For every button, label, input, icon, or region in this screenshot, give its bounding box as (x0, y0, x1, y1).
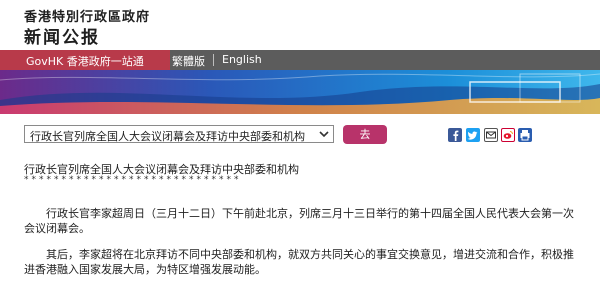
top-nav-bar: GovHK 香港政府一站通 繁體版 English (0, 50, 600, 70)
twitter-icon[interactable] (466, 128, 480, 142)
facebook-icon[interactable] (448, 128, 462, 142)
print-icon[interactable] (518, 128, 532, 142)
article-paragraph: 其后，李家超将在北京拜访不同中央部委和机构，就双方共同关心的事宜交换意见，增进交… (24, 247, 584, 277)
traditional-chinese-link[interactable]: 繁體版 (172, 53, 205, 69)
press-release-select[interactable]: 行政长官列席全国人大会议闭幕会及拜访中央部委和机构 (24, 125, 334, 143)
govhk-link-label: GovHK 香港政府一站通 (26, 55, 144, 68)
site-title[interactable]: 新闻公报 (24, 23, 100, 48)
govhk-link[interactable]: GovHK 香港政府一站通 (0, 50, 170, 70)
weibo-icon[interactable] (501, 128, 515, 142)
nav-divider (213, 54, 214, 66)
email-icon[interactable] (484, 128, 498, 142)
title-divider-stars: ***************************** (24, 175, 242, 185)
paragraph-text: 行政长官李家超周日（三月十二日）下午前赴北京，列席三月十三日举行的第十四届全国人… (24, 207, 574, 235)
press-release-select-value: 行政长官列席全国人大会议闭幕会及拜访中央部委和机构 (30, 130, 305, 143)
go-button[interactable]: 去 (343, 125, 387, 144)
article-paragraph: 行政长官李家超周日（三月十二日）下午前赴北京，列席三月十三日举行的第十四届全国人… (24, 206, 584, 236)
decorative-banner (0, 70, 600, 114)
banner-graphic (0, 70, 600, 114)
page-header: 香港特別行政區政府 新闻公报 (0, 0, 600, 48)
english-link[interactable]: English (222, 53, 262, 66)
chevron-down-icon (319, 131, 329, 138)
paragraph-text: 其后，李家超将在北京拜访不同中央部委和机构，就双方共同关心的事宜交换意见，增进交… (24, 248, 574, 276)
